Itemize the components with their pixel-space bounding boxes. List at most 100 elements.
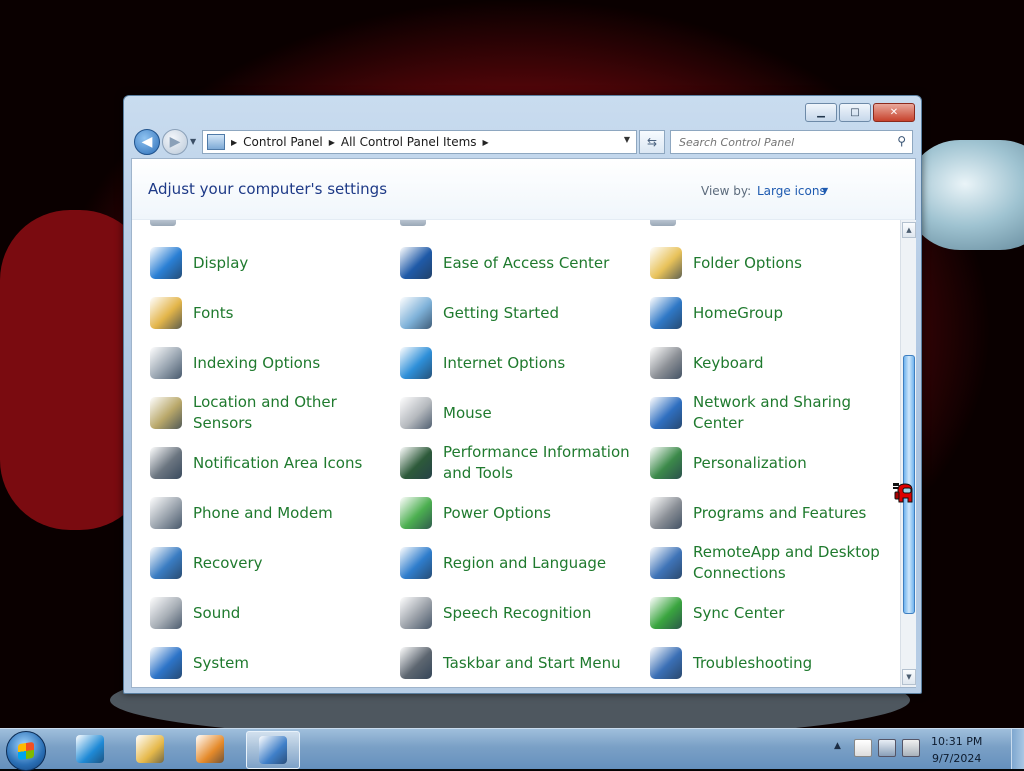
control-panel-item[interactable]: Speech Recognition [400, 588, 650, 638]
control-panel-item[interactable]: Keyboard [650, 338, 900, 388]
breadcrumb-chevron-icon[interactable]: ▶ [483, 138, 489, 147]
taskbar-start-menu-icon [400, 647, 432, 679]
scroll-up-button[interactable]: ▲ [902, 222, 916, 238]
items-list: Display Ease of Access Center Folder Optio… [132, 220, 900, 687]
region-language-icon [400, 547, 432, 579]
show-desktop-button[interactable] [1011, 729, 1024, 769]
homegroup-icon [650, 297, 682, 329]
control-panel-item[interactable]: Internet Options [400, 338, 650, 388]
item-label[interactable]: Display [193, 253, 248, 274]
item-label[interactable]: Speech Recognition [443, 603, 591, 624]
item-label[interactable]: Region and Language [443, 553, 606, 574]
item-label[interactable]: Phone and Modem [193, 503, 333, 524]
mouse-icon [400, 397, 432, 429]
item-label[interactable]: Notification Area Icons [193, 453, 362, 474]
item-label[interactable]: Fonts [193, 303, 233, 324]
item-label[interactable]: Keyboard [693, 353, 764, 374]
forward-button[interactable]: ▶ [162, 129, 188, 155]
view-by-chevron-down-icon[interactable]: ▼ [822, 186, 828, 195]
item-label[interactable]: Ease of Access Center [443, 253, 609, 274]
recent-pages-dropdown[interactable]: ▼ [190, 137, 196, 146]
page-title: Adjust your computer's settings [148, 180, 388, 198]
breadcrumb-control-panel[interactable]: Control Panel [243, 135, 323, 149]
item-label[interactable]: Performance Information and Tools [443, 442, 633, 484]
control-panel-item[interactable]: Power Options [400, 488, 650, 538]
breadcrumb-chevron-icon[interactable]: ▶ [231, 138, 237, 147]
scroll-down-button[interactable]: ▼ [902, 669, 916, 685]
back-button[interactable]: ◀ [134, 129, 160, 155]
item-label[interactable]: System [193, 653, 249, 674]
volume-muted-icon[interactable] [902, 739, 920, 757]
address-bar[interactable]: ▶ Control Panel ▶ All Control Panel Item… [202, 130, 637, 154]
control-panel-item[interactable]: Indexing Options [150, 338, 400, 388]
control-panel-item[interactable]: Notification Area Icons [150, 438, 400, 488]
control-panel-item[interactable]: Ease of Access Center [400, 238, 650, 288]
programs-features-icon [650, 497, 682, 529]
refresh-button[interactable]: ⇆ [639, 130, 665, 154]
control-panel-item[interactable]: Getting Started [400, 288, 650, 338]
item-label[interactable]: Network and Sharing Center [693, 392, 883, 434]
control-panel-item[interactable]: RemoteApp and Desktop Connections [650, 538, 900, 588]
action-center-icon[interactable] [854, 739, 872, 757]
search-input[interactable] [677, 134, 886, 150]
view-by-selector[interactable]: Large icons [757, 184, 826, 198]
display-icon [150, 247, 182, 279]
item-label[interactable]: Indexing Options [193, 353, 320, 374]
minimize-button[interactable]: ▁ [805, 103, 837, 122]
control-panel-item[interactable]: HomeGroup [650, 288, 900, 338]
clock[interactable]: 10:31 PM 9/7/2024 [931, 733, 982, 767]
item-label[interactable]: Personalization [693, 453, 807, 474]
address-dropdown-icon[interactable]: ▼ [624, 135, 630, 144]
control-panel-item[interactable]: Region and Language [400, 538, 650, 588]
control-panel-item[interactable]: Network and Sharing Center [650, 388, 900, 438]
search-box[interactable]: ⚲ [670, 130, 913, 154]
control-panel-item[interactable]: Fonts [150, 288, 400, 338]
item-label[interactable]: Mouse [443, 403, 492, 424]
control-panel-item[interactable]: Personalization [650, 438, 900, 488]
close-button[interactable]: ✕ [873, 103, 915, 122]
control-panel-item[interactable]: Programs and Features [650, 488, 900, 538]
control-panel-item[interactable]: Display [150, 238, 400, 288]
fonts-icon [150, 297, 182, 329]
vertical-scrollbar[interactable]: ▲ ▼ [900, 220, 916, 687]
network-icon[interactable] [878, 739, 896, 757]
item-label[interactable]: Programs and Features [693, 503, 866, 524]
search-icon[interactable]: ⚲ [897, 134, 906, 148]
phone-modem-icon [150, 497, 182, 529]
control-panel-item[interactable]: System [150, 638, 400, 687]
start-button[interactable] [6, 731, 46, 771]
control-panel-item[interactable]: Phone and Modem [150, 488, 400, 538]
control-panel-item[interactable]: Mouse [400, 388, 650, 438]
item-label[interactable]: Taskbar and Start Menu [443, 653, 621, 674]
windows-explorer-icon [136, 735, 164, 763]
control-panel-item[interactable]: Sync Center [650, 588, 900, 638]
maximize-button[interactable]: □ [839, 103, 871, 122]
control-panel-item[interactable]: Folder Options [650, 238, 900, 288]
breadcrumb-chevron-icon[interactable]: ▶ [329, 138, 335, 147]
item-label[interactable]: Sync Center [693, 603, 784, 624]
caption-buttons: ▁ □ ✕ [805, 103, 915, 122]
control-panel-item[interactable]: Taskbar and Start Menu [400, 638, 650, 687]
show-hidden-icons-button[interactable]: ▲ [834, 741, 841, 751]
control-panel-item[interactable]: Sound [150, 588, 400, 638]
control-panel-item[interactable]: Performance Information and Tools [400, 438, 650, 488]
item-label[interactable]: Sound [193, 603, 240, 624]
item-label[interactable]: Internet Options [443, 353, 565, 374]
taskbar-media-player-button[interactable] [184, 731, 236, 767]
item-label[interactable]: Getting Started [443, 303, 559, 324]
item-label[interactable]: Location and Other Sensors [193, 392, 383, 434]
item-label[interactable]: Folder Options [693, 253, 802, 274]
item-label[interactable]: Power Options [443, 503, 551, 524]
control-panel-item[interactable]: Troubleshooting [650, 638, 900, 687]
item-label[interactable]: HomeGroup [693, 303, 783, 324]
taskbar-control-panel-button[interactable] [246, 731, 300, 769]
control-panel-item[interactable]: Recovery [150, 538, 400, 588]
item-label[interactable]: Recovery [193, 553, 263, 574]
taskbar-internet-explorer-button[interactable] [64, 731, 116, 767]
breadcrumb-all-items[interactable]: All Control Panel Items [341, 135, 477, 149]
taskbar-windows-explorer-button[interactable] [124, 731, 176, 767]
item-label[interactable]: RemoteApp and Desktop Connections [693, 542, 883, 584]
control-panel-item[interactable]: Location and Other Sensors [150, 388, 400, 438]
control-panel-icon [259, 736, 287, 764]
item-label[interactable]: Troubleshooting [693, 653, 812, 674]
